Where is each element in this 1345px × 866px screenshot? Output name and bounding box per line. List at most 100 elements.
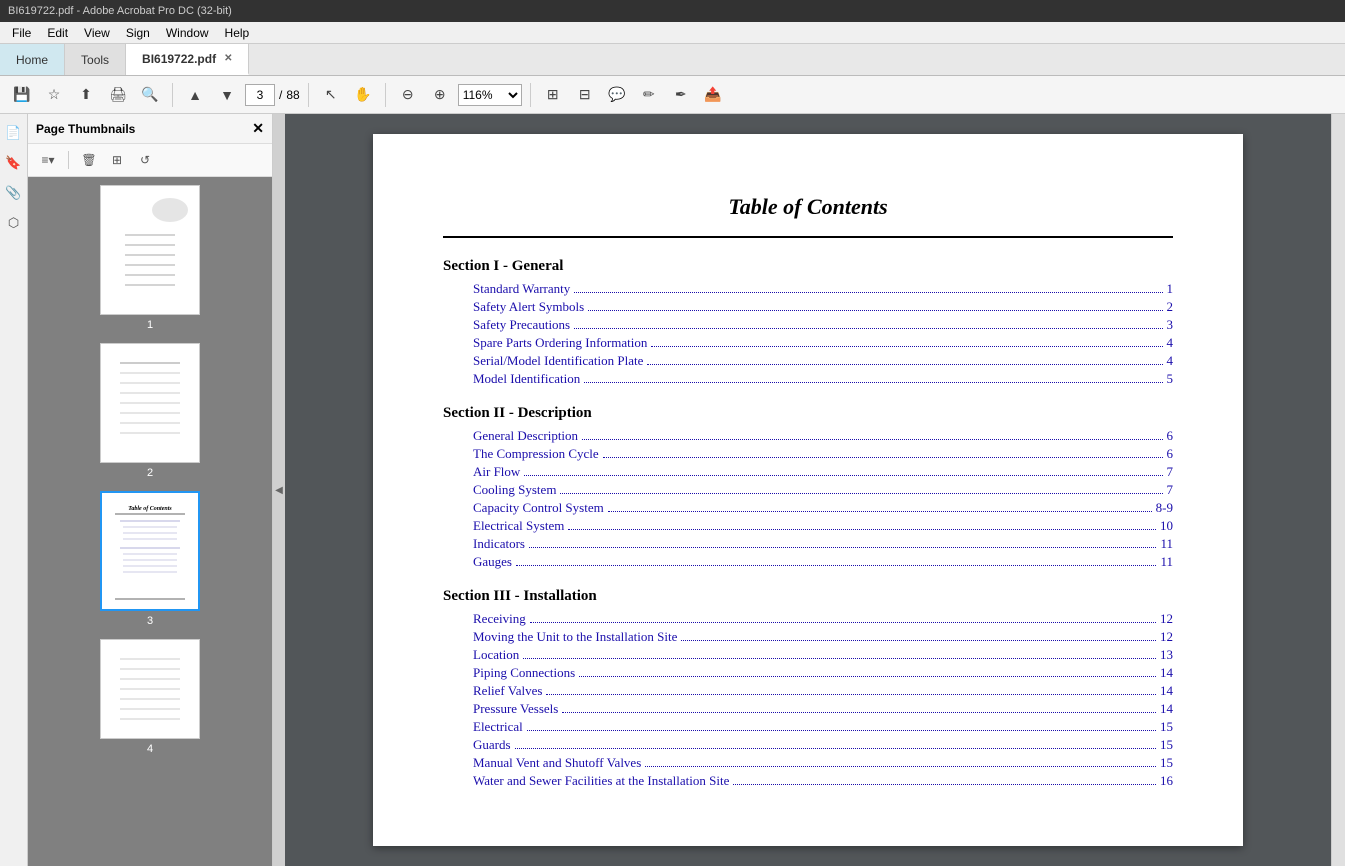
sidebar-menu-button[interactable]: ≡▾ bbox=[36, 148, 60, 172]
toc-page-piping[interactable]: 14 bbox=[1160, 665, 1173, 681]
toc-page-spare-parts[interactable]: 4 bbox=[1167, 335, 1174, 351]
toc-page-capacity-control[interactable]: 8-9 bbox=[1156, 500, 1173, 516]
toc-label-serial-model[interactable]: Serial/Model Identification Plate bbox=[473, 353, 643, 369]
menu-view[interactable]: View bbox=[76, 24, 118, 42]
toc-entry-piping[interactable]: Piping Connections 14 bbox=[443, 665, 1173, 681]
toc-page-serial-model[interactable]: 4 bbox=[1167, 353, 1174, 369]
toc-page-model-id[interactable]: 5 bbox=[1167, 371, 1174, 387]
sidebar-rotate-button[interactable]: ↺ bbox=[133, 148, 157, 172]
right-scrollbar[interactable] bbox=[1331, 114, 1345, 866]
fit-page-button[interactable]: ⊞ bbox=[539, 81, 567, 109]
attachments-icon[interactable]: 📎 bbox=[3, 182, 25, 204]
thumbnails-icon[interactable]: 📄 bbox=[3, 122, 25, 144]
page-input[interactable] bbox=[245, 84, 275, 106]
thumbnail-item-3[interactable]: Table of Contents 3 bbox=[36, 491, 264, 627]
toc-entry-safety-precautions[interactable]: Safety Precautions 3 bbox=[443, 317, 1173, 333]
toc-label-general-desc[interactable]: General Description bbox=[473, 428, 578, 444]
toc-label-electrical-install[interactable]: Electrical bbox=[473, 719, 523, 735]
toc-label-compression-cycle[interactable]: The Compression Cycle bbox=[473, 446, 599, 462]
toc-entry-receiving[interactable]: Receiving 12 bbox=[443, 611, 1173, 627]
toc-label-electrical-system[interactable]: Electrical System bbox=[473, 518, 564, 534]
toc-page-general-desc[interactable]: 6 bbox=[1167, 428, 1174, 444]
export-button[interactable]: 📤 bbox=[699, 81, 727, 109]
toc-entry-cooling-system[interactable]: Cooling System 7 bbox=[443, 482, 1173, 498]
zoom-out-button[interactable]: ⊖ bbox=[394, 81, 422, 109]
select-tool-button[interactable]: ↖ bbox=[317, 81, 345, 109]
toc-page-cooling-system[interactable]: 7 bbox=[1167, 482, 1174, 498]
toc-entry-moving-unit[interactable]: Moving the Unit to the Installation Site… bbox=[443, 629, 1173, 645]
menu-file[interactable]: File bbox=[4, 24, 39, 42]
toc-entry-electrical-install[interactable]: Electrical 15 bbox=[443, 719, 1173, 735]
toc-page-compression-cycle[interactable]: 6 bbox=[1167, 446, 1174, 462]
tab-close-icon[interactable]: ✕ bbox=[224, 53, 232, 64]
toc-label-gauges[interactable]: Gauges bbox=[473, 554, 512, 570]
toc-entry-serial-model[interactable]: Serial/Model Identification Plate 4 bbox=[443, 353, 1173, 369]
bookmarks-icon[interactable]: 🔖 bbox=[3, 152, 25, 174]
toc-label-piping[interactable]: Piping Connections bbox=[473, 665, 575, 681]
pdf-area[interactable]: Table of Contents Section I - General St… bbox=[285, 114, 1331, 866]
toc-label-standard-warranty[interactable]: Standard Warranty bbox=[473, 281, 570, 297]
thumbnail-item-4[interactable]: 4 bbox=[36, 639, 264, 755]
toc-entry-gauges[interactable]: Gauges 11 bbox=[443, 554, 1173, 570]
toc-label-pressure-vessels[interactable]: Pressure Vessels bbox=[473, 701, 558, 717]
zoom-in-button[interactable]: ⊕ bbox=[426, 81, 454, 109]
toc-entry-spare-parts[interactable]: Spare Parts Ordering Information 4 bbox=[443, 335, 1173, 351]
toc-entry-location[interactable]: Location 13 bbox=[443, 647, 1173, 663]
toc-page-pressure-vessels[interactable]: 14 bbox=[1160, 701, 1173, 717]
prev-page-button[interactable]: ▲ bbox=[181, 81, 209, 109]
toc-label-receiving[interactable]: Receiving bbox=[473, 611, 526, 627]
zoom-select[interactable]: 116% 100% 75% 50% bbox=[458, 84, 522, 106]
search-button[interactable]: 🔍 bbox=[136, 81, 164, 109]
toc-label-guards[interactable]: Guards bbox=[473, 737, 511, 753]
toc-page-electrical-system[interactable]: 10 bbox=[1160, 518, 1173, 534]
toc-entry-relief-valves[interactable]: Relief Valves 14 bbox=[443, 683, 1173, 699]
toc-entry-model-id[interactable]: Model Identification 5 bbox=[443, 371, 1173, 387]
toc-page-location[interactable]: 13 bbox=[1160, 647, 1173, 663]
toc-entry-indicators[interactable]: Indicators 11 bbox=[443, 536, 1173, 552]
toc-page-indicators[interactable]: 11 bbox=[1160, 536, 1173, 552]
next-page-button[interactable]: ▼ bbox=[213, 81, 241, 109]
toc-page-water-sewer[interactable]: 16 bbox=[1160, 773, 1173, 789]
edit-button[interactable]: ✏ bbox=[635, 81, 663, 109]
toc-page-standard-warranty[interactable]: 1 bbox=[1167, 281, 1174, 297]
toc-label-water-sewer[interactable]: Water and Sewer Facilities at the Instal… bbox=[473, 773, 729, 789]
menu-window[interactable]: Window bbox=[158, 24, 217, 42]
toc-page-receiving[interactable]: 12 bbox=[1160, 611, 1173, 627]
sidebar-delete-button[interactable]: 🗑 bbox=[77, 148, 101, 172]
toc-entry-capacity-control[interactable]: Capacity Control System 8-9 bbox=[443, 500, 1173, 516]
toc-label-vent-shutoff[interactable]: Manual Vent and Shutoff Valves bbox=[473, 755, 641, 771]
share-button[interactable]: ⬆ bbox=[72, 81, 100, 109]
toc-entry-safety-alert[interactable]: Safety Alert Symbols 2 bbox=[443, 299, 1173, 315]
menu-help[interactable]: Help bbox=[217, 24, 258, 42]
comment-button[interactable]: 💬 bbox=[603, 81, 631, 109]
collapse-handle[interactable]: ◀ bbox=[273, 114, 285, 866]
fit-width-button[interactable]: ⊟ bbox=[571, 81, 599, 109]
toc-entry-general-desc[interactable]: General Description 6 bbox=[443, 428, 1173, 444]
thumbnails-area[interactable]: 1 2 bbox=[28, 177, 272, 866]
toc-label-model-id[interactable]: Model Identification bbox=[473, 371, 580, 387]
menu-edit[interactable]: Edit bbox=[39, 24, 76, 42]
toc-label-safety-precautions[interactable]: Safety Precautions bbox=[473, 317, 570, 333]
toc-label-cooling-system[interactable]: Cooling System bbox=[473, 482, 556, 498]
toc-page-electrical-install[interactable]: 15 bbox=[1160, 719, 1173, 735]
toc-page-air-flow[interactable]: 7 bbox=[1167, 464, 1174, 480]
toc-entry-guards[interactable]: Guards 15 bbox=[443, 737, 1173, 753]
toc-entry-standard-warranty[interactable]: Standard Warranty 1 bbox=[443, 281, 1173, 297]
toc-entry-electrical-system[interactable]: Electrical System 10 bbox=[443, 518, 1173, 534]
toc-label-air-flow[interactable]: Air Flow bbox=[473, 464, 520, 480]
toc-label-safety-alert[interactable]: Safety Alert Symbols bbox=[473, 299, 584, 315]
print-button[interactable]: 🖨 bbox=[104, 81, 132, 109]
tab-tools[interactable]: Tools bbox=[65, 44, 126, 75]
sidebar-close-icon[interactable]: ✕ bbox=[252, 120, 264, 137]
hand-tool-button[interactable]: ✋ bbox=[349, 81, 377, 109]
toc-label-indicators[interactable]: Indicators bbox=[473, 536, 525, 552]
toc-entry-air-flow[interactable]: Air Flow 7 bbox=[443, 464, 1173, 480]
thumbnail-item-2[interactable]: 2 bbox=[36, 343, 264, 479]
menu-sign[interactable]: Sign bbox=[118, 24, 158, 42]
layers-icon[interactable]: ⬡ bbox=[3, 212, 25, 234]
toc-page-safety-alert[interactable]: 2 bbox=[1167, 299, 1174, 315]
toc-label-moving-unit[interactable]: Moving the Unit to the Installation Site bbox=[473, 629, 677, 645]
toc-label-capacity-control[interactable]: Capacity Control System bbox=[473, 500, 604, 516]
toc-page-moving-unit[interactable]: 12 bbox=[1160, 629, 1173, 645]
toc-page-guards[interactable]: 15 bbox=[1160, 737, 1173, 753]
